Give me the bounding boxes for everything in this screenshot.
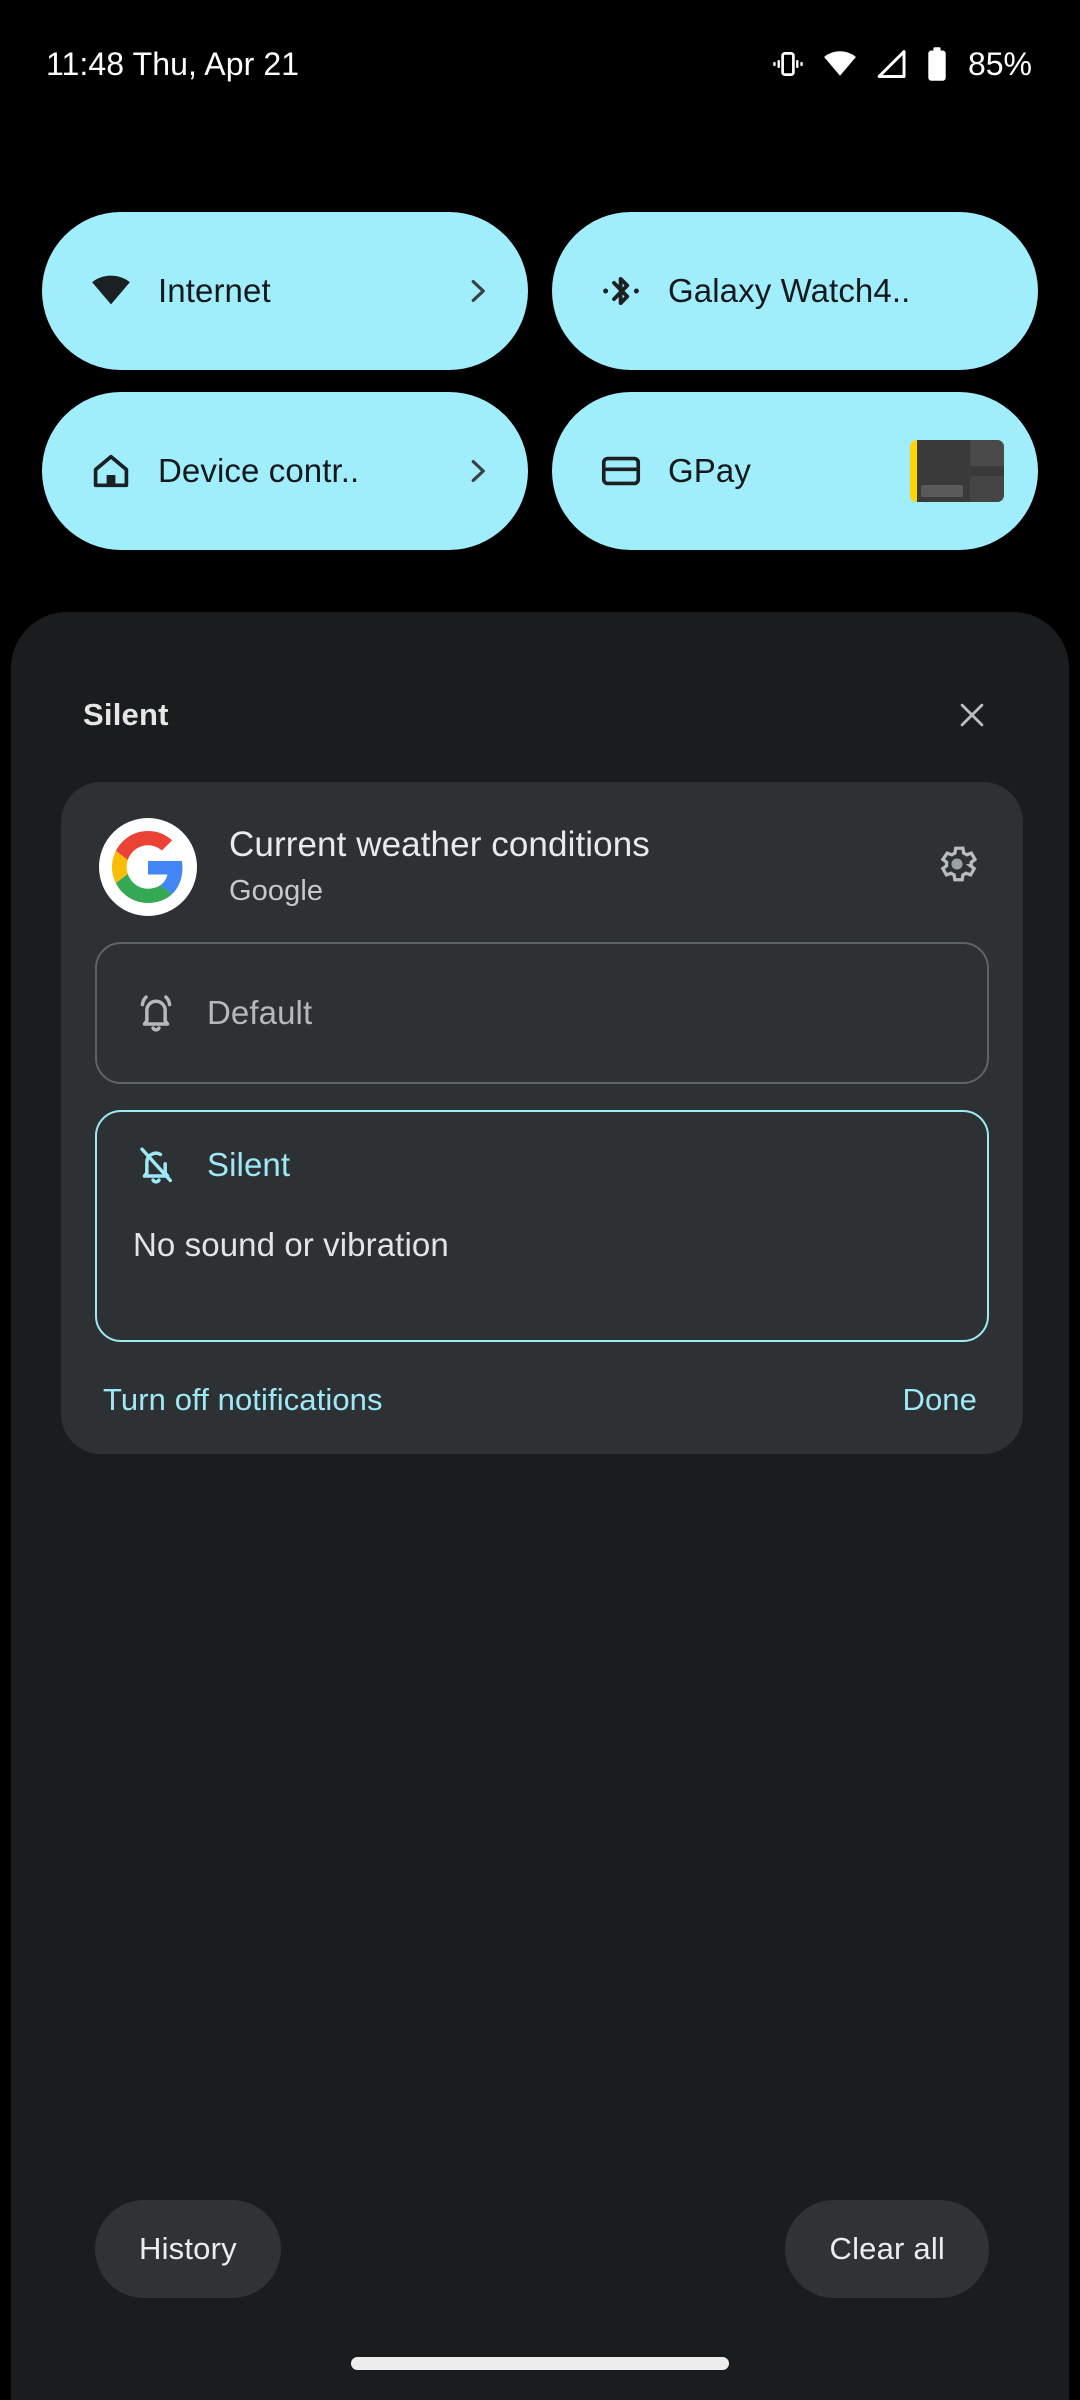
- option-description: No sound or vibration: [133, 1226, 449, 1263]
- close-icon[interactable]: [947, 690, 997, 740]
- bell-ringing-icon: [131, 988, 181, 1038]
- clear-all-button[interactable]: Clear all: [785, 2200, 989, 2298]
- qs-tile-label: Galaxy Watch4..: [668, 272, 911, 309]
- notification-settings-card: Current weather conditions Google Defaul…: [61, 782, 1023, 1454]
- shade-header: Silent: [83, 690, 997, 740]
- importance-option-silent[interactable]: Silent No sound or vibration: [95, 1110, 989, 1342]
- turn-off-notifications-button[interactable]: Turn off notifications: [103, 1382, 383, 1418]
- option-row: Default: [131, 988, 312, 1038]
- chevron-right-icon[interactable]: [460, 454, 494, 488]
- bell-off-icon: [131, 1140, 181, 1190]
- battery-percent-label: 85%: [967, 45, 1032, 82]
- wifi-icon: [822, 46, 858, 82]
- option-label: Default: [207, 994, 313, 1031]
- notification-title: Current weather conditions: [229, 825, 650, 864]
- gpay-card-stripe: [921, 485, 963, 497]
- shade-footer: History Clear all: [95, 2200, 989, 2298]
- option-label: Silent: [207, 1146, 291, 1183]
- home-icon: [88, 448, 134, 494]
- option-row: Silent: [131, 1140, 951, 1190]
- credit-card-icon: [598, 448, 644, 494]
- quick-settings-grid: Internet Galaxy Watch4.. Device contr.. …: [42, 212, 1038, 550]
- notification-card-actions: Turn off notifications Done: [95, 1382, 989, 1424]
- gpay-card-thumbnail[interactable]: [910, 440, 1004, 502]
- status-bar-clock: 11:48 Thu, Apr 21: [46, 45, 300, 82]
- home-gesture-indicator[interactable]: [351, 2357, 729, 2370]
- history-button[interactable]: History: [95, 2200, 281, 2298]
- qs-tile-bluetooth[interactable]: Galaxy Watch4..: [552, 212, 1038, 370]
- notification-app-name: Google: [229, 875, 324, 908]
- importance-option-default[interactable]: Default: [95, 942, 989, 1084]
- shade-section-title: Silent: [83, 697, 169, 732]
- android-quick-settings-screen: 11:48 Thu, Apr 21 85% Internet Galaxy Wa…: [0, 0, 1080, 2400]
- done-button[interactable]: Done: [902, 1382, 977, 1418]
- qs-tile-label: Device contr..: [158, 452, 360, 489]
- chevron-right-icon[interactable]: [460, 274, 494, 308]
- qs-tile-device-controls[interactable]: Device contr..: [42, 392, 528, 550]
- wifi-icon: [88, 268, 134, 314]
- status-bar: 11:48 Thu, Apr 21 85%: [0, 0, 1080, 128]
- notification-text-block: Current weather conditions Google: [229, 818, 931, 908]
- bluetooth-icon: [598, 268, 644, 314]
- google-g-icon: [99, 818, 197, 916]
- qs-tile-label: GPay: [668, 452, 751, 489]
- cell-signal-icon: [875, 47, 909, 81]
- qs-tile-label: Internet: [158, 272, 271, 309]
- vibrate-icon: [771, 47, 805, 81]
- battery-icon: [926, 46, 948, 82]
- status-bar-icons: 85%: [771, 46, 1032, 83]
- gear-icon[interactable]: [931, 838, 983, 890]
- qs-tile-internet[interactable]: Internet: [42, 212, 528, 370]
- qs-tile-gpay[interactable]: GPay: [552, 392, 1038, 550]
- notification-header: Current weather conditions Google: [95, 818, 989, 916]
- notification-shade-panel: Silent Current weather conditions Google…: [11, 612, 1069, 2400]
